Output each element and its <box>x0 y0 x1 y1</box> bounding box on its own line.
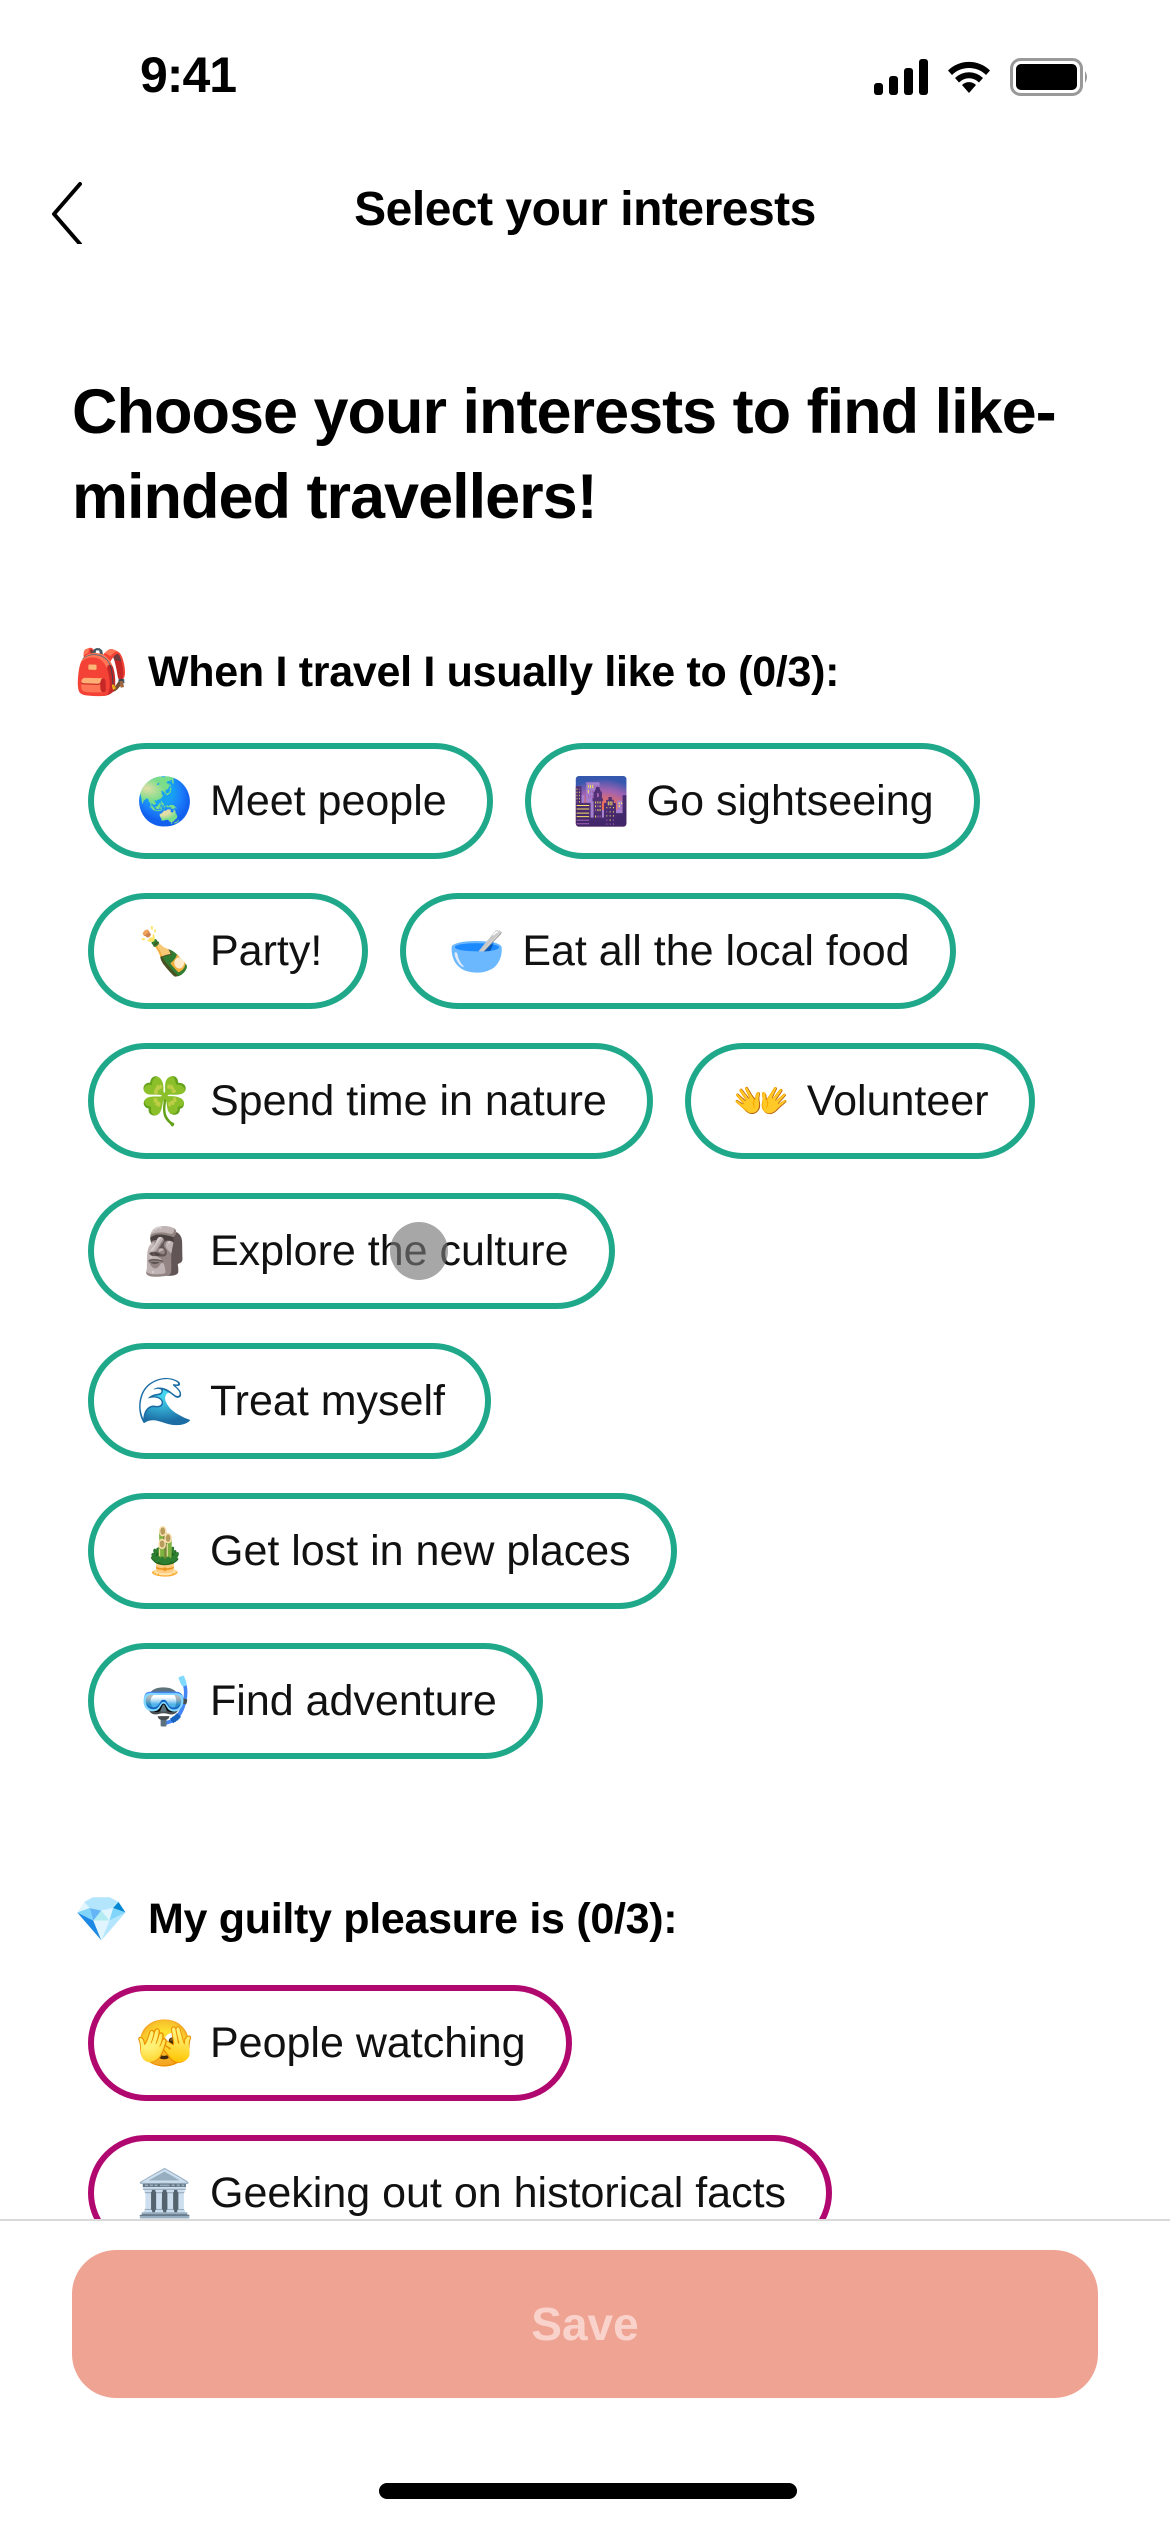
option-label: People watching <box>210 2018 526 2067</box>
status-bar: 9:41 <box>0 0 1170 150</box>
status-icons <box>874 58 1090 96</box>
option-find-adventure[interactable]: 🤿 Find adventure <box>88 1643 543 1759</box>
option-label: Meet people <box>210 776 447 825</box>
status-time: 9:41 <box>140 47 237 103</box>
moai-icon: 🗿 <box>136 1224 194 1277</box>
page-title: Select your interests <box>354 183 816 236</box>
navigation-bar: Select your interests <box>0 160 1170 260</box>
guilty-pleasure-options: 🫣 People watching 🏛️ Geeking out on hist… <box>88 1985 1108 2219</box>
face-peeking-eye-icon: 🫣 <box>136 2016 194 2069</box>
option-label: Geeking out on historical facts <box>210 2168 787 2217</box>
option-label: Volunteer <box>806 1076 989 1125</box>
option-get-lost[interactable]: 🎍 Get lost in new places <box>88 1493 677 1609</box>
option-label: Treat myself <box>210 1376 445 1425</box>
option-meet-people[interactable]: 🌏 Meet people <box>88 743 493 859</box>
footer-divider <box>0 2219 1170 2221</box>
option-party[interactable]: 🍾 Party! <box>88 893 369 1009</box>
option-label: Find adventure <box>210 1676 497 1725</box>
champagne-bottle-icon: 🍾 <box>136 924 194 977</box>
option-eat-local-food[interactable]: 🥣 Eat all the local food <box>400 893 956 1009</box>
option-people-watching[interactable]: 🫣 People watching <box>88 1985 572 2101</box>
home-indicator[interactable] <box>379 2483 797 2499</box>
option-explore-culture[interactable]: 🗿 Explore the culture <box>88 1193 615 1309</box>
gem-stone-icon: 💎 <box>74 1895 129 1944</box>
wifi-icon <box>948 61 990 93</box>
section-header-travel: 🎒 When I travel I usually like to (0/3): <box>74 646 839 698</box>
interests-scroll-area[interactable]: Choose your interests to find like-minde… <box>0 280 1170 2219</box>
headline: Choose your interests to find like-minde… <box>72 377 1057 532</box>
section-title: My guilty pleasure is (0/3): <box>148 1894 678 1943</box>
option-volunteer[interactable]: 👐 Volunteer <box>684 1043 1035 1159</box>
option-label: Go sightseeing <box>646 776 934 825</box>
open-hands-icon: 👐 <box>732 1074 791 1127</box>
option-geeking-history[interactable]: 🏛️ Geeking out on historical facts <box>88 2135 833 2219</box>
cityscape-dusk-icon: 🌆 <box>572 774 630 827</box>
diving-mask-icon: 🤿 <box>136 1674 194 1727</box>
classical-building-icon: 🏛️ <box>136 2166 194 2219</box>
option-spend-time-in-nature[interactable]: 🍀 Spend time in nature <box>88 1043 653 1159</box>
water-wave-icon: 🌊 <box>136 1374 194 1427</box>
travel-options: 🌏 Meet people 🌆 Go sightseeing 🍾 Party! … <box>88 743 1108 1759</box>
section-header-guilty-pleasure: 💎 My guilty pleasure is (0/3): <box>74 1893 678 1945</box>
option-label: Party! <box>210 926 323 975</box>
option-label: Eat all the local food <box>522 926 910 975</box>
pine-decoration-icon: 🎍 <box>136 1524 194 1577</box>
option-label: Get lost in new places <box>210 1526 631 1575</box>
option-go-sightseeing[interactable]: 🌆 Go sightseeing <box>524 743 980 859</box>
section-title: When I travel I usually like to (0/3): <box>148 647 840 696</box>
battery-icon <box>1010 58 1087 96</box>
globe-asia-australia-icon: 🌏 <box>136 774 194 827</box>
option-treat-myself[interactable]: 🌊 Treat myself <box>88 1343 491 1459</box>
option-label: Spend time in nature <box>210 1076 607 1125</box>
four-leaf-clover-icon: 🍀 <box>136 1074 194 1127</box>
save-button[interactable]: Save <box>72 2250 1098 2398</box>
option-label: Explore the culture <box>210 1226 569 1275</box>
cellular-signal-icon <box>874 59 928 95</box>
bowl-with-spoon-icon: 🥣 <box>448 924 506 977</box>
backpack-icon: 🎒 <box>74 648 129 697</box>
